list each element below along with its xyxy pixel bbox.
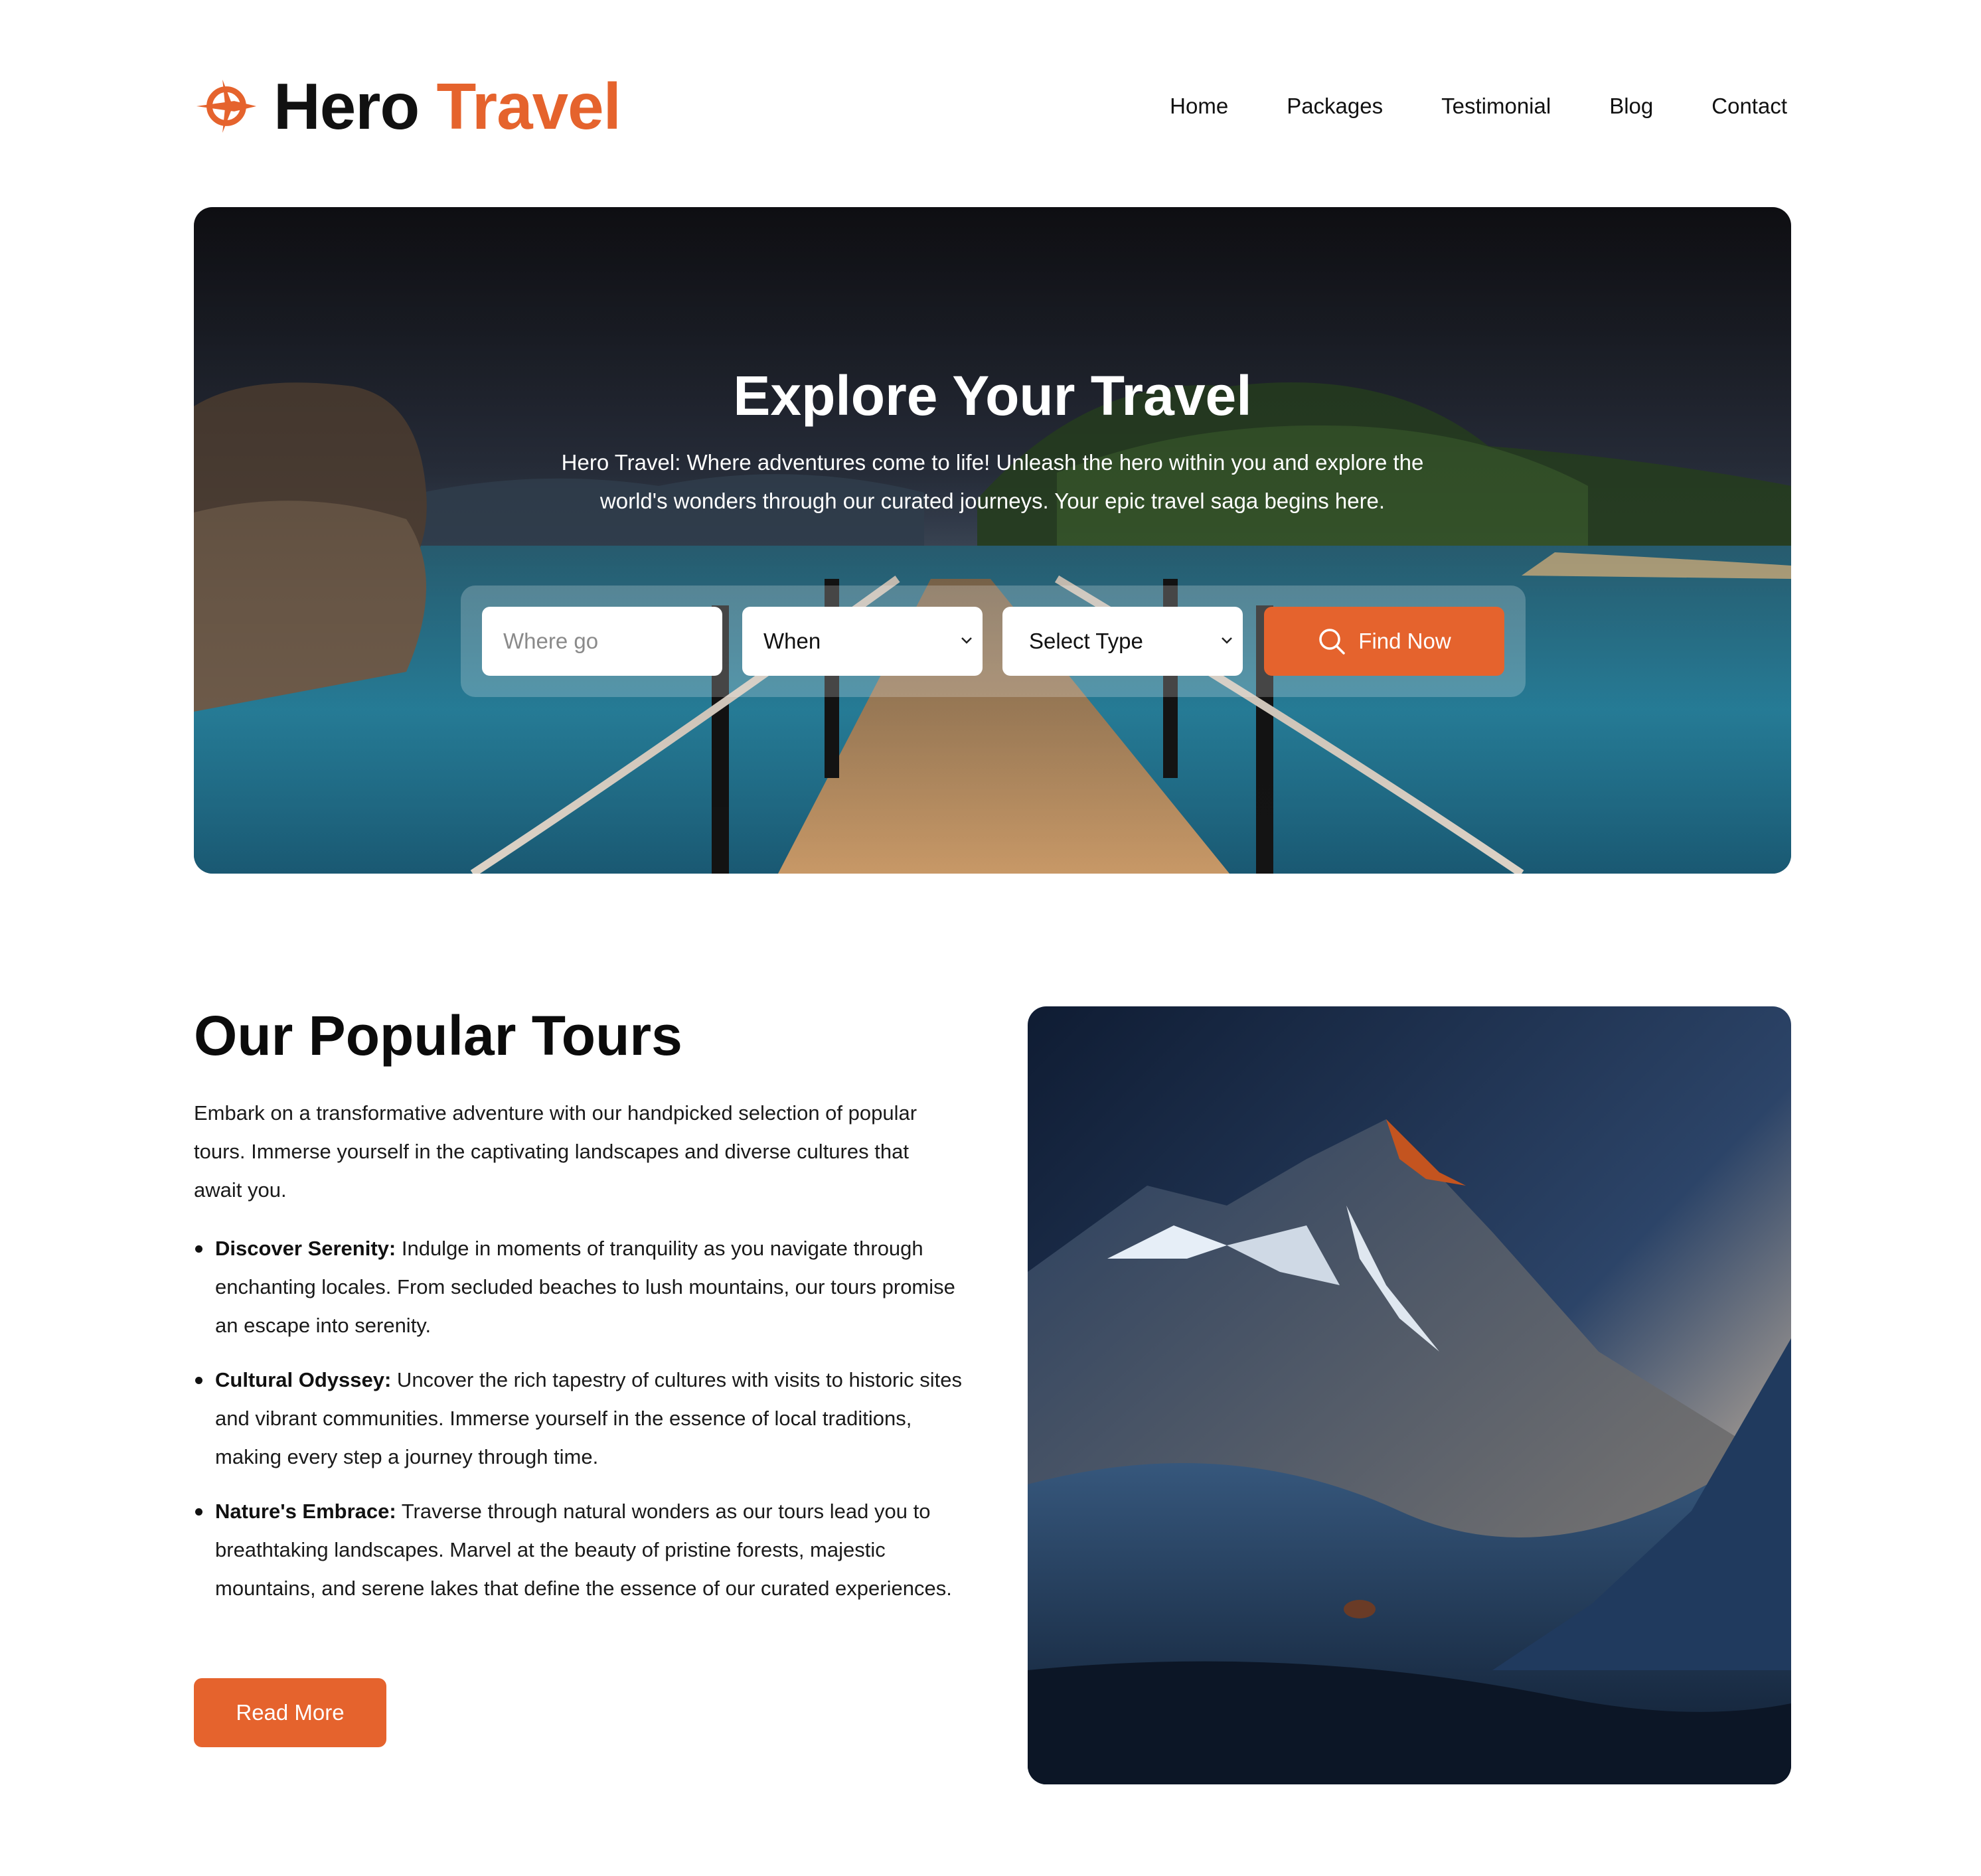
logo-word-travel: Travel	[436, 69, 621, 143]
hero-title: Explore Your Travel	[733, 364, 1252, 427]
search-icon	[1319, 629, 1346, 655]
mountain-image	[1028, 1006, 1791, 1784]
tours-intro: Embark on a transformative adventure wit…	[194, 1101, 917, 1202]
when-select[interactable]: When	[742, 607, 983, 676]
logo-text: Hero Travel	[274, 69, 621, 144]
search-panel: Where go When Select Type Find Now	[461, 586, 1526, 697]
find-now-label: Find Now	[1358, 629, 1451, 653]
tour-feature-list: Discover Serenity: Indulge in moments of…	[194, 1229, 964, 1624]
nav-home[interactable]: Home	[1170, 94, 1228, 119]
bullet	[195, 1377, 202, 1384]
list-item-heading: Discover Serenity:	[215, 1237, 396, 1260]
hero-pier-image	[194, 207, 1791, 874]
nav-blog[interactable]: Blog	[1609, 94, 1653, 119]
list-item-heading: Cultural Odyssey:	[215, 1368, 392, 1391]
read-more-button[interactable]: Read More	[194, 1678, 386, 1747]
bullet	[195, 1508, 202, 1516]
nav-contact[interactable]: Contact	[1711, 94, 1787, 119]
list-item: Discover Serenity: Indulge in moments of…	[194, 1229, 964, 1345]
when-select-value: When	[763, 629, 821, 653]
list-item: Cultural Odyssey: Uncover the rich tapes…	[194, 1361, 964, 1476]
chevron-down-icon	[1222, 637, 1232, 644]
site-header: Hero Travel Home Packages Testimonial Bl…	[194, 66, 1787, 146]
bullet	[195, 1245, 202, 1253]
logo-word-hero: Hero	[274, 69, 420, 143]
type-select-value: Select Type	[1029, 629, 1143, 653]
list-item: Nature's Embrace: Traverse through natur…	[194, 1492, 964, 1608]
type-select[interactable]: Select Type	[1002, 607, 1243, 676]
find-now-button[interactable]: Find Now	[1264, 607, 1504, 676]
mountain-illustration	[1028, 1006, 1791, 1784]
nav-packages[interactable]: Packages	[1287, 94, 1383, 119]
hero-banner: Explore Your Travel Hero Travel: Where a…	[194, 207, 1791, 874]
list-item-heading: Nature's Embrace:	[215, 1500, 396, 1523]
logo[interactable]: Hero Travel	[194, 66, 621, 146]
main-nav: Home Packages Testimonial Blog Contact	[1170, 66, 1787, 146]
compass-plane-icon	[196, 79, 257, 133]
nav-testimonial[interactable]: Testimonial	[1441, 94, 1551, 119]
chevron-down-icon	[961, 637, 972, 644]
hero-subtitle: Hero Travel: Where adventures come to li…	[561, 450, 1424, 513]
tours-title: Our Popular Tours	[194, 1004, 682, 1067]
where-input[interactable]: Where go	[482, 607, 722, 676]
